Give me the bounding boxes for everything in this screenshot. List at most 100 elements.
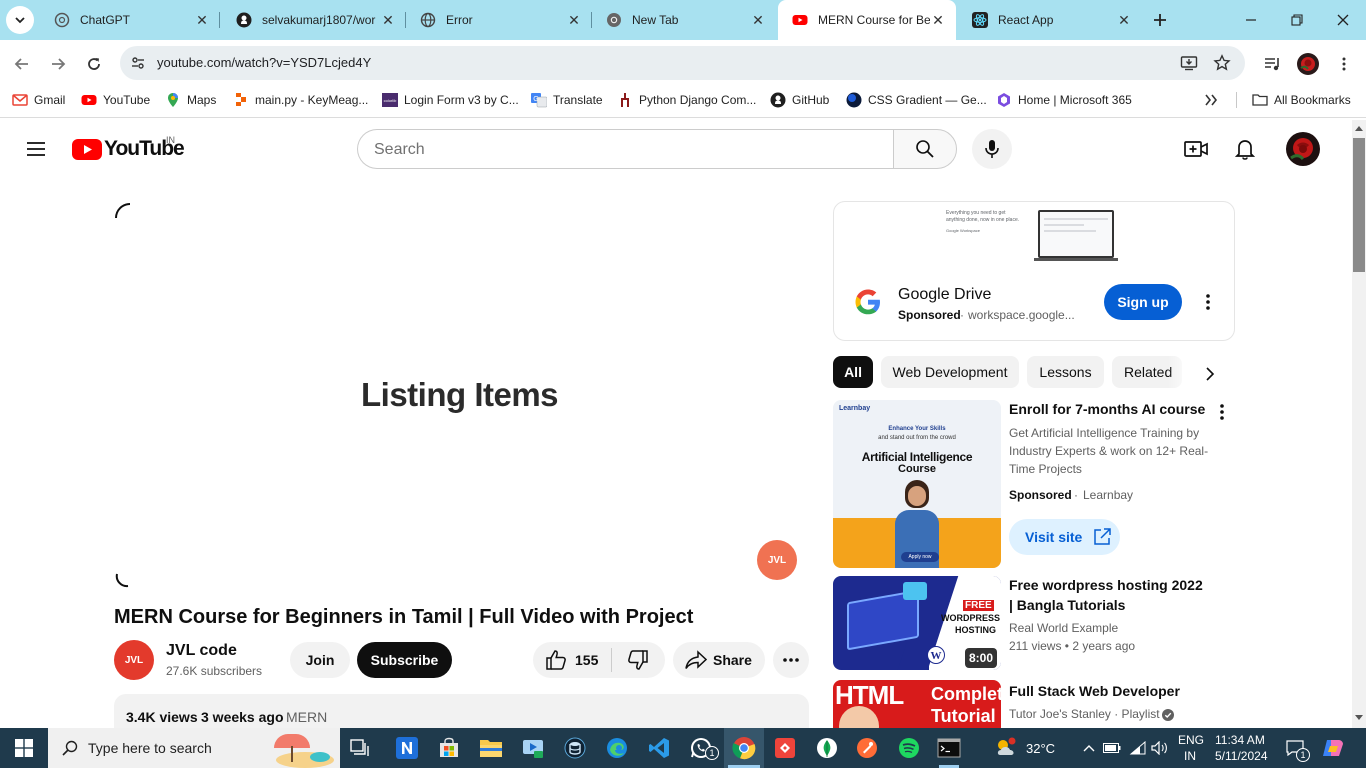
tab-github[interactable]: selvakumarj1807/wor ✕ xyxy=(222,0,406,40)
bookmarks-overflow-button[interactable] xyxy=(1202,92,1220,108)
like-button[interactable]: 155 xyxy=(533,642,611,678)
volume-indicator[interactable] xyxy=(1150,738,1170,758)
taskbar-app-chrome-active[interactable] xyxy=(724,728,764,768)
start-button[interactable] xyxy=(0,728,48,768)
taskbar-app-vscode[interactable] xyxy=(645,734,673,762)
bookmark-python-django[interactable]: Python Django Com... xyxy=(617,91,756,109)
more-actions-button[interactable] xyxy=(773,642,809,678)
browser-menu-button[interactable] xyxy=(1330,50,1358,78)
tab-search-button[interactable] xyxy=(6,6,34,34)
hashtag-link[interactable]: MERN xyxy=(286,709,327,725)
rec-channel[interactable]: Real World Example xyxy=(1009,619,1219,637)
join-button[interactable]: Join xyxy=(290,642,350,678)
taskbar-app-postman[interactable] xyxy=(853,734,881,762)
taskbar-app-store[interactable] xyxy=(435,734,463,762)
copilot-button[interactable] xyxy=(1320,736,1346,760)
rec-title[interactable]: Enroll for 7-months AI course xyxy=(1009,399,1209,419)
tab-react-app[interactable]: React App ✕ xyxy=(958,0,1142,40)
window-close-button[interactable] xyxy=(1328,10,1358,30)
ad-signup-button[interactable]: Sign up xyxy=(1104,284,1182,320)
rec-menu-button[interactable] xyxy=(1212,402,1232,422)
bookmark-gmail[interactable]: Gmail xyxy=(12,91,65,109)
bookmark-login-form[interactable]: colorlib Login Form v3 by C... xyxy=(382,91,519,109)
taskbar-app-edge[interactable] xyxy=(603,734,631,762)
weather-widget[interactable]: 32°C xyxy=(994,734,1058,762)
rec-title[interactable]: Free wordpress hosting 2022 | Bangla Tut… xyxy=(1009,575,1209,615)
close-icon[interactable]: ✕ xyxy=(1116,12,1132,28)
close-icon[interactable]: ✕ xyxy=(750,12,766,28)
rec-thumbnail-learnbay[interactable]: Learnbay Enhance Your Skills and stand o… xyxy=(833,400,1001,568)
scroll-down-arrow-icon[interactable] xyxy=(1354,714,1364,722)
media-controls-button[interactable] xyxy=(1258,50,1286,78)
window-restore-button[interactable] xyxy=(1282,10,1312,30)
bookmark-maps[interactable]: Maps xyxy=(165,91,216,109)
taskbar-app-spotify[interactable] xyxy=(895,734,923,762)
site-info-icon[interactable] xyxy=(130,55,146,71)
channel-avatar[interactable]: JVL xyxy=(114,640,154,680)
chips-next-button[interactable] xyxy=(1194,356,1226,392)
share-button[interactable]: Share xyxy=(673,642,765,678)
visit-site-button[interactable]: Visit site xyxy=(1009,519,1120,555)
dislike-button[interactable] xyxy=(612,642,664,678)
new-tab-button[interactable] xyxy=(1148,8,1172,32)
notifications-button[interactable] xyxy=(1231,135,1259,163)
taskbar-app-anydesk[interactable] xyxy=(771,734,799,762)
all-bookmarks-button[interactable]: All Bookmarks xyxy=(1252,91,1351,109)
profile-button[interactable] xyxy=(1294,50,1322,78)
clock[interactable]: 11:34 AM 5/11/2024 xyxy=(1212,731,1272,765)
close-icon[interactable]: ✕ xyxy=(930,12,946,28)
tab-error[interactable]: Error ✕ xyxy=(406,0,592,40)
rec-title[interactable]: Full Stack Web Developer xyxy=(1009,681,1209,701)
task-view-button[interactable] xyxy=(346,734,374,762)
rec-channel[interactable]: Tutor Joe's Stanley · Playlist xyxy=(1009,705,1160,723)
taskbar-app-file-explorer[interactable] xyxy=(477,734,505,762)
account-avatar[interactable] xyxy=(1286,132,1320,166)
taskbar-search-input[interactable]: Type here to search xyxy=(48,728,340,768)
scrollbar-thumb[interactable] xyxy=(1353,138,1365,272)
close-icon[interactable]: ✕ xyxy=(566,12,582,28)
bookmark-main-py[interactable]: main.py - KeyMeag... xyxy=(233,91,368,109)
create-button[interactable] xyxy=(1182,135,1210,163)
bookmark-microsoft-365[interactable]: Home | Microsoft 365 xyxy=(996,91,1132,109)
rec-thumbnail-wordpress[interactable]: FREE WORDPRESS HOSTING W 8:00 xyxy=(833,576,1001,670)
forward-button[interactable] xyxy=(44,50,72,78)
ad-menu-button[interactable] xyxy=(1198,290,1218,314)
window-minimize-button[interactable] xyxy=(1236,10,1266,30)
bookmark-css-gradient[interactable]: CSS Gradient — Ge... xyxy=(846,91,987,109)
channel-watermark[interactable]: JVL xyxy=(757,540,797,580)
scroll-up-arrow-icon[interactable] xyxy=(1354,124,1364,132)
search-button[interactable] xyxy=(893,129,957,169)
tab-mern-course[interactable]: MERN Course for Beg ✕ xyxy=(778,0,956,40)
taskbar-app-media-player[interactable] xyxy=(519,734,547,762)
chip-all[interactable]: All xyxy=(833,356,873,388)
tab-chatgpt[interactable]: ChatGPT ✕ xyxy=(40,0,220,40)
back-button[interactable] xyxy=(8,50,36,78)
ad-card[interactable]: Everything you need to get anything done… xyxy=(833,201,1235,341)
install-app-icon[interactable] xyxy=(1180,54,1198,72)
tray-overflow-button[interactable] xyxy=(1080,738,1098,758)
bookmark-star-icon[interactable] xyxy=(1213,54,1231,72)
close-icon[interactable]: ✕ xyxy=(194,12,210,28)
close-icon[interactable]: ✕ xyxy=(380,12,396,28)
chip-web-development[interactable]: Web Development xyxy=(881,356,1019,388)
network-indicator[interactable] xyxy=(1127,738,1149,758)
taskbar-app-mongodb[interactable] xyxy=(813,734,841,762)
subscribe-button[interactable]: Subscribe xyxy=(357,642,452,678)
chip-lessons[interactable]: Lessons xyxy=(1027,356,1104,388)
rec-thumbnail-html[interactable]: HTML Complete Tutorial xyxy=(833,680,1001,728)
bookmark-youtube[interactable]: YouTube xyxy=(81,91,150,109)
language-indicator[interactable]: ENG IN xyxy=(1176,731,1208,765)
taskbar-app-terminal[interactable] xyxy=(935,734,963,762)
bookmark-github[interactable]: GitHub xyxy=(770,91,829,109)
bookmark-translate[interactable]: G Translate xyxy=(531,91,603,109)
guide-menu-button[interactable] xyxy=(20,133,52,165)
voice-search-button[interactable] xyxy=(972,129,1012,169)
taskbar-app-database[interactable] xyxy=(561,734,589,762)
reload-button[interactable] xyxy=(80,50,108,78)
channel-name[interactable]: JVL code xyxy=(166,642,237,660)
search-input[interactable]: Search xyxy=(357,129,894,169)
battery-indicator[interactable] xyxy=(1102,738,1122,758)
tab-new-tab[interactable]: New Tab ✕ xyxy=(592,0,776,40)
address-bar[interactable]: youtube.com/watch?v=YSD7Lcjed4Y xyxy=(120,46,1245,80)
video-player[interactable]: Listing Items JVL xyxy=(114,196,809,592)
